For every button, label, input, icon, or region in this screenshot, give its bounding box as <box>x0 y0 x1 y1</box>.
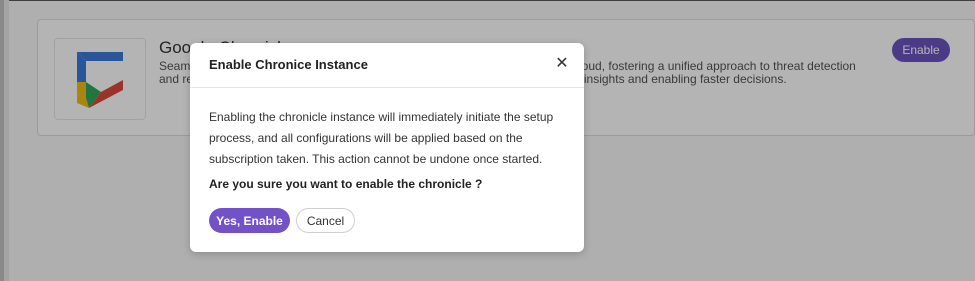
dialog-message: Enabling the chronicle instance will imm… <box>209 110 554 166</box>
dialog-title: Enable Chronice Instance <box>209 57 368 72</box>
confirm-enable-button[interactable]: Yes, Enable <box>209 208 290 233</box>
dialog-question: Are you sure you want to enable the chro… <box>209 177 483 191</box>
dialog-header: Enable Chronice Instance ✕ <box>190 43 584 88</box>
enable-chronicle-dialog: Enable Chronice Instance ✕ Enabling the … <box>190 43 584 252</box>
close-icon[interactable]: ✕ <box>554 56 570 72</box>
cancel-button[interactable]: Cancel <box>296 208 355 233</box>
